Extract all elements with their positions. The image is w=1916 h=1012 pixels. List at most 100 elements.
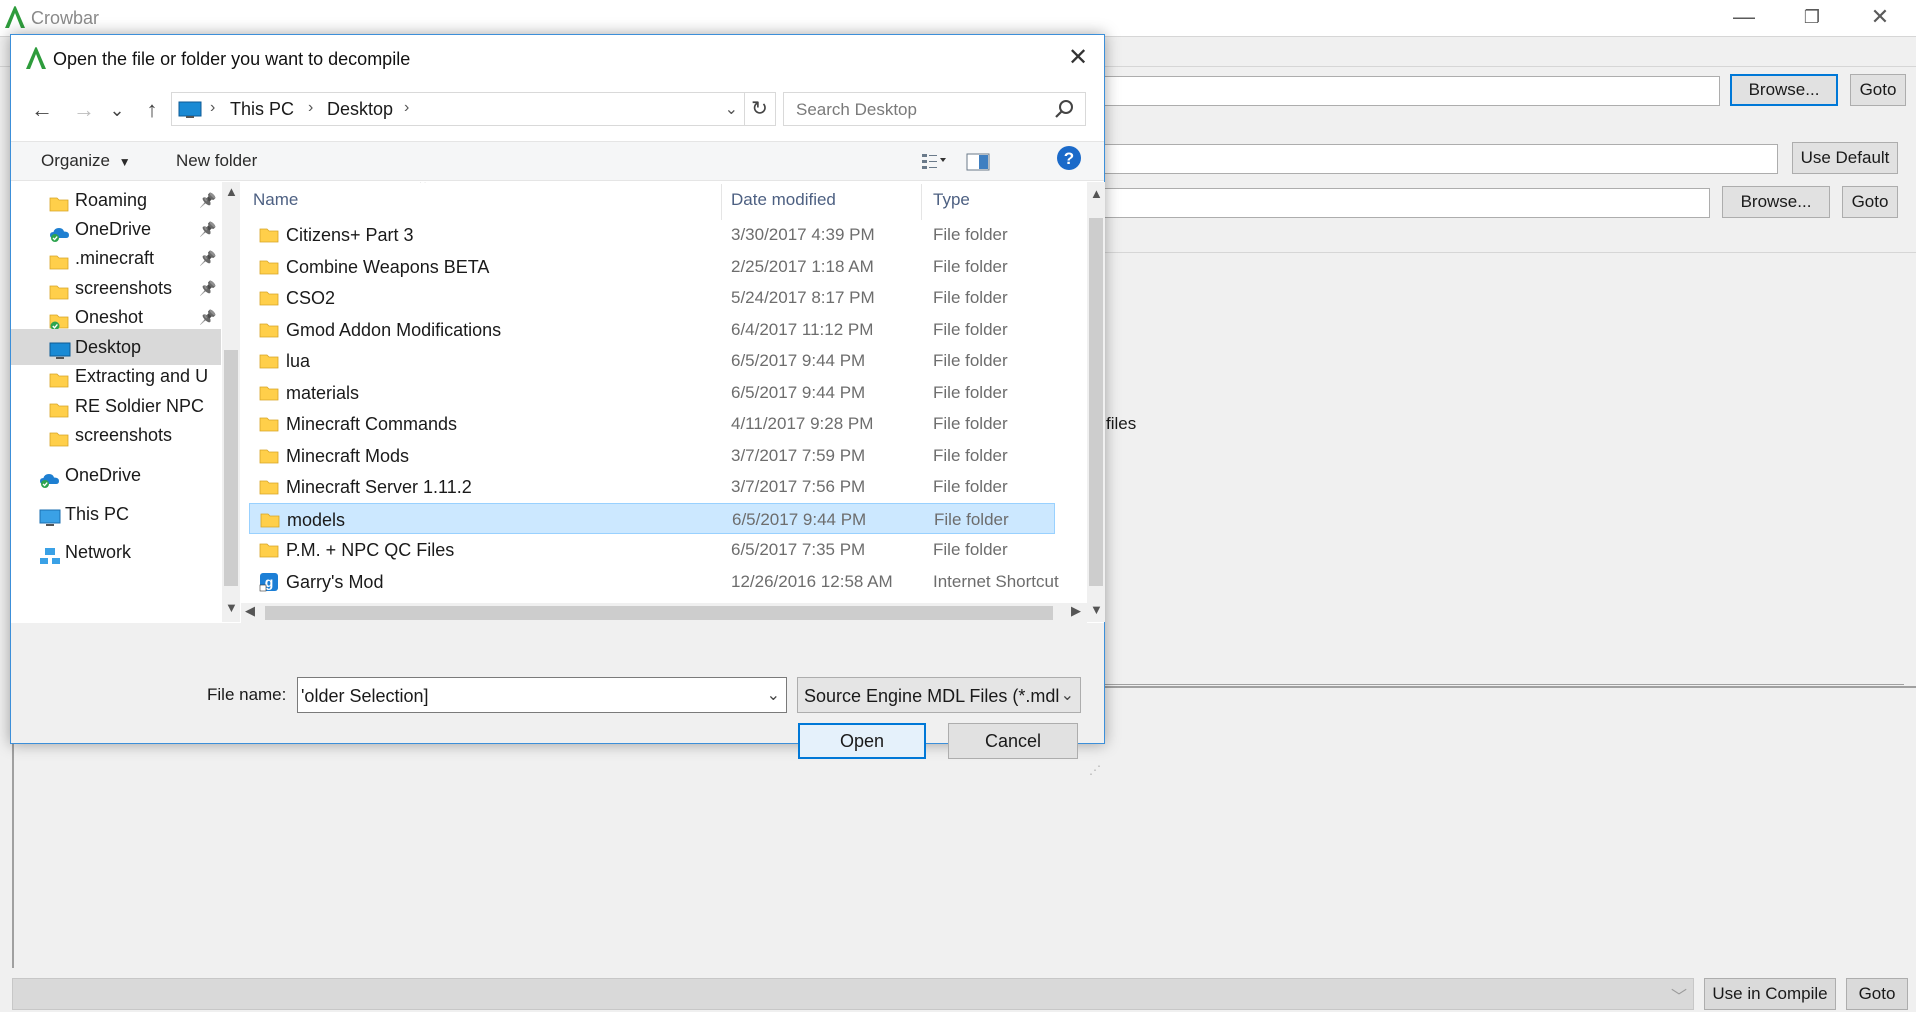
file-type: Internet Shortcut bbox=[933, 571, 1059, 591]
this-pc-icon bbox=[178, 101, 202, 118]
file-name: lua bbox=[286, 351, 311, 371]
output-files-combobox[interactable]: ﹀ bbox=[12, 978, 1694, 1010]
file-list-hscroll-thumb[interactable] bbox=[265, 606, 1053, 620]
table-row[interactable]: Minecraft Mods 3/7/2017 7:59 PM File folde… bbox=[249, 440, 1055, 471]
help-icon[interactable]: ? bbox=[1056, 145, 1082, 171]
folder-icon bbox=[259, 225, 279, 245]
view-options-icon[interactable] bbox=[921, 152, 947, 170]
sidebar-item-network[interactable]: Network bbox=[11, 534, 221, 570]
output-path-field[interactable] bbox=[1100, 188, 1710, 218]
use-in-compile-button[interactable]: Use in Compile bbox=[1704, 978, 1836, 1010]
new-folder-button[interactable]: New folder bbox=[176, 151, 257, 171]
folder-icon bbox=[259, 540, 279, 560]
breadcrumb-desktop[interactable]: Desktop bbox=[327, 99, 393, 120]
file-type: File folder bbox=[933, 540, 1008, 559]
search-input[interactable]: Search Desktop bbox=[783, 92, 1086, 126]
column-header-date[interactable]: Date modified bbox=[731, 190, 836, 210]
scroll-left-icon[interactable]: ◀ bbox=[245, 603, 255, 619]
chevron-down-icon[interactable]: ⌄ bbox=[767, 685, 780, 705]
scroll-up-icon[interactable]: ▲ bbox=[225, 184, 238, 199]
cancel-button[interactable]: Cancel bbox=[948, 723, 1078, 759]
folder-icon bbox=[260, 510, 280, 530]
address-dropdown-icon[interactable]: ⌄ bbox=[725, 99, 738, 119]
use-default-button[interactable]: Use Default bbox=[1792, 142, 1898, 174]
scroll-right-icon[interactable]: ▶ bbox=[1071, 603, 1081, 619]
options-divider bbox=[1100, 252, 1916, 253]
table-row[interactable]: g Garry's Mod 12/26/2016 12:58 AM Internet … bbox=[249, 566, 1059, 597]
game-setup-field[interactable] bbox=[1100, 144, 1778, 174]
open-file-dialog: Open the file or folder you want to deco… bbox=[10, 34, 1105, 777]
minimize-button[interactable]: — bbox=[1712, 0, 1776, 36]
navigation-pane[interactable]: Roaming 📌 OneDrive 📌 .minecraft 📌 screenshots 📌… bbox=[11, 182, 223, 622]
input-path-field[interactable] bbox=[1100, 76, 1720, 106]
table-row[interactable]: Citizens+ Part 3 3/30/2017 4:39 PM File fo… bbox=[249, 219, 1055, 250]
folder-icon bbox=[49, 425, 69, 447]
svg-text:?: ? bbox=[1064, 149, 1074, 168]
resize-grip-icon[interactable]: ⋰ bbox=[1089, 763, 1101, 777]
file-list-scrollbar[interactable]: ▲ ▼ bbox=[1087, 182, 1105, 622]
refresh-button[interactable]: ↻ bbox=[744, 92, 776, 126]
file-type: File folder bbox=[933, 256, 1008, 276]
column-separator[interactable] bbox=[721, 184, 722, 220]
file-list-scroll-thumb[interactable] bbox=[1089, 218, 1103, 586]
breadcrumb-separator: › bbox=[210, 99, 216, 116]
folder-icon bbox=[49, 396, 69, 418]
up-button[interactable]: ↑ bbox=[136, 95, 168, 127]
column-separator[interactable] bbox=[921, 184, 922, 220]
table-row[interactable]: Minecraft Server 1.11.2 3/7/2017 7:56 PM F… bbox=[249, 471, 1055, 502]
file-date: 2/25/2017 1:18 AM bbox=[731, 256, 874, 276]
file-name: Minecraft Commands bbox=[286, 414, 458, 434]
browse-input-button[interactable]: Browse... bbox=[1730, 74, 1838, 106]
dialog-title: Open the file or folder you want to deco… bbox=[53, 49, 411, 69]
nav-pane-scroll-thumb[interactable] bbox=[224, 350, 238, 586]
sidebar-item-this-pc[interactable]: This PC bbox=[11, 496, 221, 532]
table-row[interactable]: materials 6/5/2017 9:44 PM File folder bbox=[249, 377, 1055, 408]
scroll-up-icon[interactable]: ▲ bbox=[1090, 186, 1103, 201]
restore-button[interactable]: ❐ bbox=[1780, 0, 1844, 36]
breadcrumb-this-pc[interactable]: This PC bbox=[230, 99, 294, 120]
table-row[interactable]: Combine Weapons BETA 2/25/2017 1:18 AM Fil… bbox=[249, 251, 1055, 282]
column-header-name[interactable]: Name bbox=[253, 190, 298, 210]
goto-output-files-button[interactable]: Goto bbox=[1846, 978, 1908, 1010]
file-list-hscrollbar[interactable]: ◀ ▶ bbox=[241, 603, 1087, 623]
file-date: 6/5/2017 7:35 PM bbox=[731, 540, 866, 559]
organize-button[interactable]: Organize ▼ bbox=[41, 151, 131, 171]
column-header-type[interactable]: Type bbox=[933, 190, 970, 210]
table-row[interactable]: Minecraft Commands 4/11/2017 9:28 PM File … bbox=[249, 408, 1055, 439]
open-button[interactable]: Open bbox=[798, 723, 926, 759]
address-bar[interactable]: › This PC › Desktop › ⌄ bbox=[171, 92, 745, 126]
file-name-combobox[interactable]: 'older Selection] ⌄ bbox=[297, 677, 787, 713]
file-type: File folder bbox=[933, 445, 1008, 465]
sidebar-item-screenshots[interactable]: screenshots bbox=[11, 417, 221, 453]
this-pc-icon bbox=[39, 504, 61, 526]
sidebar-item-label: OneDrive bbox=[65, 465, 142, 485]
browse-output-button[interactable]: Browse... bbox=[1722, 186, 1830, 218]
close-button[interactable]: ✕ bbox=[1848, 0, 1912, 36]
recent-locations-button[interactable]: ⌄ bbox=[107, 95, 127, 127]
preview-pane-icon[interactable] bbox=[966, 152, 992, 172]
goto-output-button[interactable]: Goto bbox=[1842, 186, 1898, 218]
table-row[interactable]: models 6/5/2017 9:44 PM File folder bbox=[249, 502, 1055, 534]
table-row[interactable]: CSO2 5/24/2017 8:17 PM File folder bbox=[249, 282, 1055, 313]
scroll-down-icon[interactable]: ▼ bbox=[225, 600, 238, 615]
table-row[interactable]: lua 6/5/2017 9:44 PM File folder bbox=[249, 345, 1055, 376]
back-button[interactable]: ← bbox=[26, 95, 58, 127]
crowbar-logo-icon bbox=[5, 6, 25, 28]
file-type-select[interactable]: Source Engine MDL Files (*.mdl ⌄ bbox=[797, 677, 1081, 713]
network-icon bbox=[39, 542, 60, 564]
folder-icon bbox=[259, 320, 279, 340]
breadcrumb-separator: › bbox=[308, 99, 314, 116]
table-row[interactable]: P.M. + NPC QC Files 6/5/2017 7:35 PM File … bbox=[249, 534, 1055, 565]
folder-icon bbox=[49, 366, 69, 388]
sidebar-item-label: screenshots bbox=[75, 425, 173, 445]
chevron-down-icon[interactable]: ⌄ bbox=[1061, 685, 1074, 705]
forward-button[interactable]: → bbox=[68, 95, 100, 127]
nav-pane-scrollbar[interactable]: ▲ ▼ bbox=[222, 182, 240, 622]
scroll-down-icon[interactable]: ▼ bbox=[1090, 602, 1103, 617]
goto-input-button[interactable]: Goto bbox=[1850, 74, 1906, 106]
file-name: Garry's Mod bbox=[286, 571, 384, 592]
dialog-close-button[interactable]: ✕ bbox=[1061, 42, 1095, 76]
table-row[interactable]: Gmod Addon Modifications 6/4/2017 11:12 P… bbox=[249, 314, 1055, 345]
sidebar-item-onedrive[interactable]: OneDrive bbox=[11, 457, 221, 493]
file-list[interactable]: ⌃ Name Date modified Type Citizens+ Part… bbox=[241, 182, 1087, 622]
